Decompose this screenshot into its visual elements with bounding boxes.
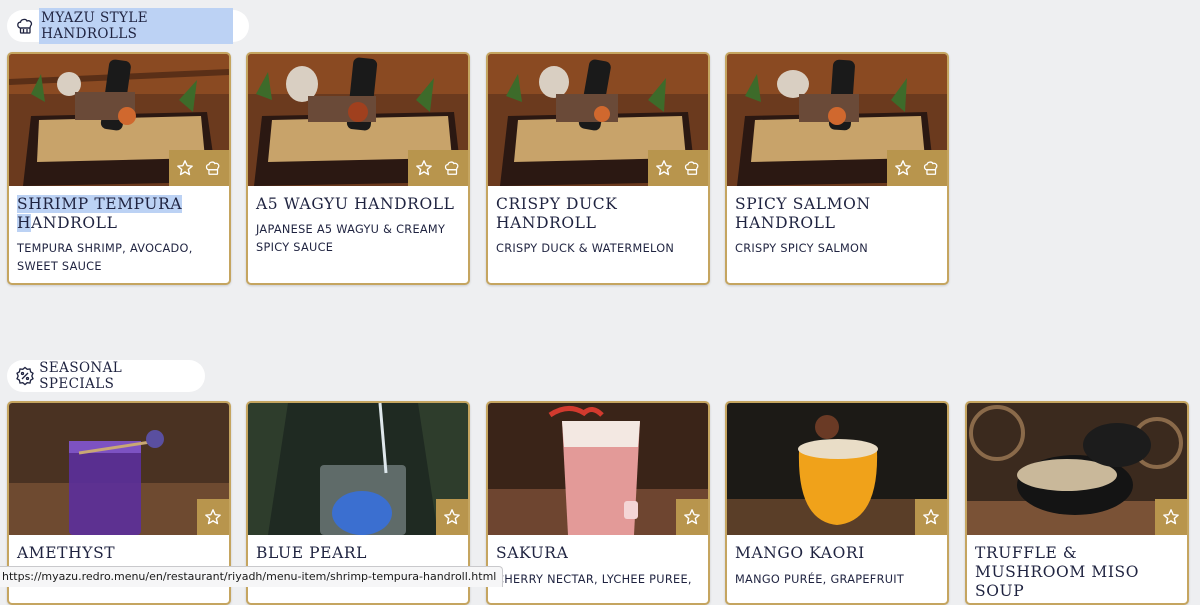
item-badges	[887, 150, 947, 186]
star-icon[interactable]	[442, 507, 462, 527]
item-title: A5 WAGYU HANDROLL	[256, 195, 455, 213]
item-badges	[197, 499, 229, 535]
item-description: TEMPURA SHRIMP, AVOCADO, SWEET SAUCE	[17, 242, 193, 273]
item-title: TRUFFLE & MUSHROOM MISO SOUP	[975, 544, 1140, 600]
menu-item-photo	[248, 54, 468, 186]
star-icon[interactable]	[893, 158, 913, 178]
star-icon[interactable]	[414, 158, 434, 178]
star-icon[interactable]	[1161, 507, 1181, 527]
item-badges	[648, 150, 708, 186]
menu-item-photo	[488, 403, 708, 535]
item-badges	[1155, 499, 1187, 535]
item-description: JAPANESE A5 WAGYU & CREAMY SPICY SAUCE	[256, 223, 446, 254]
menu-item-photo	[967, 403, 1187, 535]
item-badges	[408, 150, 468, 186]
item-title: CRISPY DUCK HANDROLL	[496, 195, 618, 232]
chef-hat-icon	[203, 158, 223, 178]
item-title: BLUE PEARL	[256, 544, 368, 562]
star-icon[interactable]	[203, 507, 223, 527]
item-badges	[436, 499, 468, 535]
menu-item-photo	[727, 403, 947, 535]
menu-item-photo	[248, 403, 468, 535]
section-header-handrolls: MYAZU STYLE HANDROLLS	[7, 8, 249, 44]
item-title: AMETHYST	[17, 544, 116, 562]
menu-item-photo	[727, 54, 947, 186]
item-title: SHRIMP TEMPURA HANDROLL	[17, 195, 183, 232]
menu-item-card[interactable]: SPICY SALMON HANDROLL CRISPY SPICY SALMO…	[725, 52, 949, 285]
item-title: SPICY SALMON HANDROLL	[735, 195, 871, 232]
chef-hat-icon	[442, 158, 462, 178]
star-icon[interactable]	[682, 507, 702, 527]
menu-item-card[interactable]: MANGO KAORI MANGO PURÉE, GRAPEFRUIT	[725, 401, 949, 605]
menu-item-card[interactable]: SAKURA CHERRY NECTAR, LYCHEE PUREE,	[486, 401, 710, 605]
menu-item-card[interactable]: CRISPY DUCK HANDROLL CRISPY DUCK & WATER…	[486, 52, 710, 285]
item-title: SAKURA	[496, 544, 569, 562]
section-title: SEASONAL SPECIALS	[39, 360, 123, 392]
item-description: CHERRY NECTAR, LYCHEE PUREE,	[496, 573, 692, 586]
chef-hat-icon	[682, 158, 702, 178]
percent-badge-icon	[15, 365, 35, 387]
menu-item-card[interactable]: TRUFFLE & MUSHROOM MISO SOUP	[965, 401, 1189, 605]
section-header-seasonal-specials: SEASONAL SPECIALS	[7, 360, 205, 392]
item-badges	[676, 499, 708, 535]
menu-item-card[interactable]: SHRIMP TEMPURA HANDROLL TEMPURA SHRIMP, …	[7, 52, 231, 285]
item-title: MANGO KAORI	[735, 544, 865, 562]
section-title: MYAZU STYLE HANDROLLS	[39, 8, 233, 44]
menu-item-photo	[488, 54, 708, 186]
item-description: MANGO PURÉE, GRAPEFRUIT	[735, 573, 905, 586]
star-icon[interactable]	[921, 507, 941, 527]
chef-hat-icon	[921, 158, 941, 178]
menu-item-photo	[9, 54, 229, 186]
menu-item-card[interactable]: A5 WAGYU HANDROLL JAPANESE A5 WAGYU & CR…	[246, 52, 470, 285]
star-icon[interactable]	[654, 158, 674, 178]
item-description: CRISPY SPICY SALMON	[735, 242, 868, 255]
item-badges	[915, 499, 947, 535]
item-description: CRISPY DUCK & WATERMELON	[496, 242, 675, 255]
menu-item-photo	[9, 403, 229, 535]
status-bar-url: https://myazu.redro.menu/en/restaurant/r…	[0, 566, 504, 587]
item-badges	[169, 150, 229, 186]
chef-hat-icon	[15, 15, 35, 37]
star-icon[interactable]	[175, 158, 195, 178]
